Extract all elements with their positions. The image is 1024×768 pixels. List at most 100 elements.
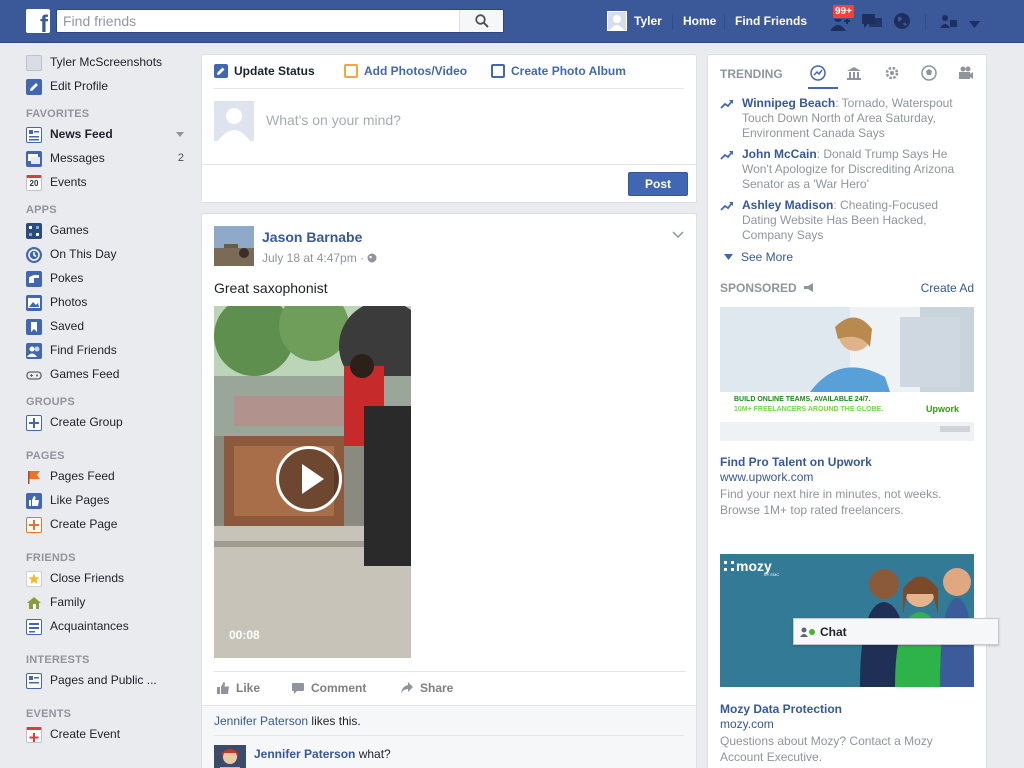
- search-button[interactable]: [459, 10, 503, 32]
- post-timestamp[interactable]: July 18 at 4:47pm: [262, 251, 357, 265]
- sidebar-item-events[interactable]: 20 Events: [26, 172, 190, 196]
- search-input[interactable]: [57, 10, 457, 32]
- trending-item[interactable]: John McCain: Donald Trump Says He Won't …: [720, 147, 976, 192]
- profile-avatar-icon: [26, 55, 42, 71]
- post-likes-summary: Jennifer Paterson likes this.: [202, 705, 696, 735]
- entertainment-camera-icon[interactable]: [958, 65, 974, 81]
- sidebar-item-games-feed[interactable]: Games Feed: [26, 364, 190, 388]
- science-gear-icon[interactable]: [884, 65, 900, 81]
- liker-link[interactable]: Jennifer Paterson: [214, 714, 308, 728]
- pages-feed-icon: [26, 469, 42, 485]
- tab-add-photos-video[interactable]: Add Photos/Video: [344, 64, 467, 78]
- composer-input[interactable]: What's on your mind?: [266, 112, 401, 128]
- sidebar-item-label: On This Day: [50, 247, 117, 261]
- sidebar-item-create-page[interactable]: Create Page: [26, 514, 190, 538]
- ad-image-upwork[interactable]: BUILD ONLINE TEAMS, AVAILABLE 24/7. 10M+…: [720, 307, 974, 441]
- sidebar-item-close-friends[interactable]: Close Friends: [26, 568, 190, 592]
- create-ad-link[interactable]: Create Ad: [921, 281, 974, 295]
- ad-title-link[interactable]: Mozy Data Protection: [720, 702, 842, 716]
- commenter-link[interactable]: Jennifer Paterson: [254, 747, 355, 761]
- trending-item[interactable]: Winnipeg Beach: Tornado, Waterspout Touc…: [720, 96, 976, 141]
- ad-url[interactable]: www.upwork.com: [720, 470, 813, 484]
- ad-url[interactable]: mozy.com: [720, 717, 774, 731]
- tab-update-status[interactable]: Update Status: [214, 64, 315, 78]
- sidebar-item-messages[interactable]: Messages 2: [26, 148, 190, 172]
- globe-notifications-icon[interactable]: [893, 12, 911, 33]
- privacy-shortcuts-icon[interactable]: [940, 14, 958, 31]
- pencil-icon: [26, 79, 42, 95]
- play-icon[interactable]: [276, 446, 342, 512]
- sidebar-item-label: Like Pages: [50, 493, 110, 507]
- chat-tab[interactable]: Chat: [793, 618, 999, 645]
- mozy-logo-sub: BY EMC: [764, 572, 780, 577]
- status-composer: Update Status Add Photos/Video Create Ph…: [201, 54, 697, 203]
- sidebar-item-pages-and-public[interactable]: Pages and Public ...: [26, 670, 190, 694]
- comment-button[interactable]: Comment: [291, 681, 366, 695]
- sidebar-item-photos[interactable]: Photos: [26, 292, 190, 316]
- post-button[interactable]: Post: [628, 172, 688, 196]
- sidebar-item-label: Acquaintances: [50, 619, 129, 633]
- messages-icon[interactable]: [862, 13, 882, 34]
- sidebar-item-like-pages[interactable]: Like Pages: [26, 490, 190, 514]
- nav-profile-link[interactable]: Tyler: [634, 0, 662, 42]
- thumbs-up-icon: [217, 682, 229, 694]
- chevron-down-icon: [724, 254, 733, 260]
- close-friends-icon: [26, 571, 42, 587]
- on-this-day-icon: [26, 247, 42, 263]
- sidebar-item-games[interactable]: Games: [26, 220, 190, 244]
- sidebar-item-label: Close Friends: [50, 571, 125, 585]
- sidebar-item-label: Create Page: [50, 517, 118, 531]
- nav-avatar[interactable]: [607, 11, 627, 31]
- sidebar-item-label: Pages Feed: [50, 469, 115, 483]
- sidebar-item-saved[interactable]: Saved: [26, 316, 190, 340]
- sidebar-item-acquaintances[interactable]: Acquaintances: [26, 616, 190, 640]
- trending-topic[interactable]: John McCain: [742, 147, 817, 161]
- section-header-apps: APPS: [26, 204, 57, 216]
- see-more-link[interactable]: See More: [724, 250, 793, 264]
- family-icon: [26, 595, 42, 611]
- sidebar-item-create-event[interactable]: Create Event: [26, 724, 190, 748]
- sidebar-item-label: Edit Profile: [50, 79, 109, 93]
- sidebar-item-news-feed[interactable]: News Feed: [26, 124, 190, 148]
- pencil-icon: [214, 64, 228, 78]
- nav-find-friends-link[interactable]: Find Friends: [735, 0, 807, 42]
- account-menu-chevron-icon[interactable]: [969, 17, 980, 31]
- sidebar-item-family[interactable]: Family: [26, 592, 190, 616]
- sidebar-item-label: Pokes: [50, 271, 84, 285]
- politics-icon[interactable]: [846, 65, 862, 81]
- post-options-chevron-icon[interactable]: [672, 228, 684, 242]
- share-button[interactable]: Share: [400, 681, 453, 695]
- sidebar-item-pages-feed[interactable]: Pages Feed: [26, 466, 190, 490]
- sidebar-item-create-group[interactable]: Create Group: [26, 412, 190, 436]
- photo-album-icon: [491, 64, 505, 78]
- ad-title-link[interactable]: Find Pro Talent on Upwork: [720, 455, 872, 469]
- tab-create-photo-album[interactable]: Create Photo Album: [491, 64, 626, 78]
- trending-topic[interactable]: Ashley Madison: [742, 198, 833, 212]
- like-button[interactable]: Like: [216, 681, 260, 695]
- sports-ball-icon[interactable]: [921, 65, 937, 81]
- ad-banner-line2: 10M+ FREELANCERS AROUND THE GLOBE.: [734, 406, 884, 413]
- facebook-logo-icon[interactable]: f: [26, 9, 50, 33]
- trending-title: TRENDING: [720, 67, 783, 81]
- post-author-link[interactable]: Jason Barnabe: [262, 229, 362, 245]
- create-group-icon: [26, 415, 42, 431]
- ad-description: Questions about Mozy? Contact a Mozy Acc…: [720, 734, 933, 764]
- sidebar-item-on-this-day[interactable]: On This Day: [26, 244, 190, 268]
- sidebar-item-pokes[interactable]: Pokes: [26, 268, 190, 292]
- share-icon: [401, 682, 413, 694]
- video-player[interactable]: 00:08: [214, 306, 411, 658]
- caret-down-icon[interactable]: [176, 132, 184, 137]
- sidebar-edit-profile[interactable]: Edit Profile: [26, 76, 190, 100]
- author-avatar[interactable]: [214, 226, 254, 266]
- trending-arrow-icon[interactable]: [810, 65, 826, 81]
- post-actions: Like Comment Share: [214, 671, 686, 704]
- trending-topic[interactable]: Winnipeg Beach: [742, 96, 835, 110]
- chat-status-icon: [800, 627, 815, 637]
- sidebar-profile[interactable]: Tyler McScreenshots: [26, 52, 190, 76]
- commenter-avatar[interactable]: [214, 745, 246, 768]
- see-more-label: See More: [741, 250, 794, 264]
- news-feed-icon: [26, 127, 42, 143]
- nav-home-link[interactable]: Home: [683, 0, 716, 42]
- trending-item[interactable]: Ashley Madison: Cheating-Focused Dating …: [720, 198, 976, 243]
- sidebar-item-find-friends[interactable]: Find Friends: [26, 340, 190, 364]
